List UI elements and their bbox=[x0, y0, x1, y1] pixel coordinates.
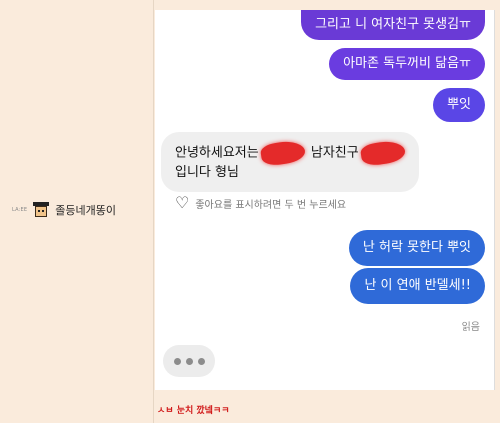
message-text: 뿌잇 bbox=[447, 97, 471, 113]
left-margin-panel: LA:EE 졸등네개똥이 bbox=[0, 0, 154, 423]
chat-screenshot: 그리고 니 여자친구 못생김ㅠ 아마존 독두꺼비 닮음ㅠ 뿌잇 안녕하세요저는 … bbox=[155, 10, 495, 390]
message-text: 입니다 형님 bbox=[175, 165, 239, 180]
sent-message: 뿌잇 bbox=[433, 88, 485, 122]
message-text: 아마존 독두꺼비 닮음ㅠ bbox=[343, 56, 471, 72]
sent-message: 난 이 연애 반델세!! bbox=[350, 268, 485, 304]
post-caption: ㅅㅂ 눈치 깠넼ㅋㅋ bbox=[157, 406, 230, 416]
typing-indicator bbox=[163, 345, 215, 377]
heart-outline-icon[interactable]: ♡ bbox=[175, 195, 189, 211]
like-hint[interactable]: ♡ 좋아요를 표시하려면 두 번 누르세요 bbox=[175, 195, 346, 211]
typing-dot bbox=[173, 357, 181, 365]
sent-message: 그리고 니 여자친구 못생김ㅠ bbox=[301, 10, 485, 40]
like-hint-text: 좋아요를 표시하려면 두 번 누르세요 bbox=[195, 199, 347, 211]
message-text: 그리고 니 여자친구 못생김ㅠ bbox=[315, 17, 471, 33]
read-status: 읽음 bbox=[461, 322, 480, 333]
typing-dot bbox=[185, 357, 193, 365]
author-name[interactable]: 졸등네개똥이 bbox=[55, 202, 116, 218]
message-text: 남자친구 bbox=[310, 145, 359, 161]
sent-message: 아마존 독두꺼비 닮음ㅠ bbox=[329, 48, 485, 80]
typing-dot bbox=[197, 357, 205, 365]
message-text: 난 이 연애 반델세!! bbox=[364, 278, 471, 294]
redaction-scribble bbox=[359, 139, 407, 167]
pixel-avatar-icon bbox=[33, 202, 50, 218]
redaction-scribble bbox=[259, 139, 307, 167]
received-message: 안녕하세요저는 남자친구 입니다 형님 bbox=[161, 132, 419, 192]
post-author[interactable]: LA:EE 졸등네개똥이 bbox=[12, 202, 116, 218]
message-text: 난 허락 못한다 뿌잇 bbox=[362, 240, 471, 256]
author-tag: LA:EE bbox=[12, 207, 28, 213]
sent-message: 난 허락 못한다 뿌잇 bbox=[348, 230, 485, 266]
message-text: 안녕하세요저는 bbox=[175, 145, 259, 161]
